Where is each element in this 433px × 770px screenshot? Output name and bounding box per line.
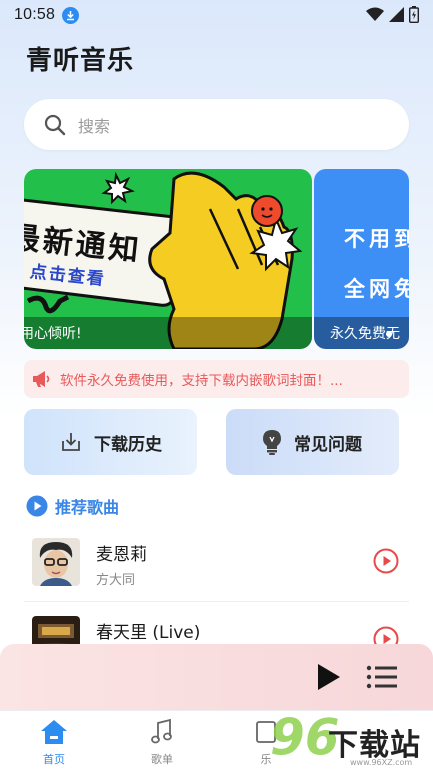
download-history-button[interactable]: 下载历史 [24,409,197,475]
play-icon[interactable] [316,662,342,692]
download-tray-icon [62,433,80,451]
song-cover [32,538,80,586]
status-time: 10:58 [14,6,56,23]
carousel-dot [386,331,392,337]
notice-bar[interactable]: 软件永久免费使用，支持下载内嵌歌词封面！... [24,360,409,398]
recommend-title: 推荐歌曲 [55,498,120,517]
banner-caption: 用心倾听! [24,317,312,349]
play-circle-icon [26,495,48,517]
download-history-label: 下载历史 [94,434,162,455]
play-circle-outline-icon[interactable] [373,548,399,574]
banner-side[interactable]: 不用到 全网免 永久免费无 [314,169,409,349]
faq-button[interactable]: 常见问题 [226,409,399,475]
divider [24,601,409,602]
megaphone-icon [33,371,50,387]
download-badge-icon [62,6,80,24]
wifi-icon [366,7,384,21]
banner-side-line1: 不用到 [344,227,409,251]
mini-player[interactable] [0,644,433,710]
status-bar: 10:58 [0,0,433,30]
song-title: 春天里 (Live) [96,623,201,643]
signal-icon [389,7,404,22]
song-artist: 方大同 [96,573,136,588]
search-icon [44,114,66,135]
tab-playlist-label: 歌单 [151,753,173,766]
search-input[interactable]: 搜索 [24,99,409,150]
faq-label: 常见问题 [294,434,362,455]
banner-side-line2: 全网免 [344,277,409,301]
watermark-logo: 96 下载站 www.96XZ.com [270,708,433,768]
banner-carousel[interactable]: 最新通知 点击查看 用心倾听! 不用到 全网免 永久免费无 [24,169,409,349]
recommend-section-title: 推荐歌曲 [26,494,119,518]
banner-main[interactable]: 最新通知 点击查看 用心倾听! [24,169,312,349]
banner-caption-text: 用心倾听! [24,326,82,342]
song-row[interactable]: 麦恩莉 方大同 [0,526,433,604]
notice-text: 软件永久免费使用，支持下载内嵌歌词封面！... [60,373,343,389]
tab-home-label: 首页 [43,753,65,766]
music-note-icon [151,718,172,744]
tab-playlist[interactable]: 歌单 [132,718,192,767]
search-placeholder: 搜索 [78,116,111,136]
tab-home[interactable]: 首页 [24,719,84,767]
home-icon [41,720,67,744]
banner-side-caption: 永久免费无 [314,317,409,349]
battery-icon [409,6,419,23]
page-title: 青听音乐 [26,46,135,76]
playlist-icon[interactable] [366,665,398,689]
song-title: 麦恩莉 [96,545,147,565]
lightbulb-icon [263,430,281,455]
watermark-url: www.96XZ.com [350,758,413,767]
